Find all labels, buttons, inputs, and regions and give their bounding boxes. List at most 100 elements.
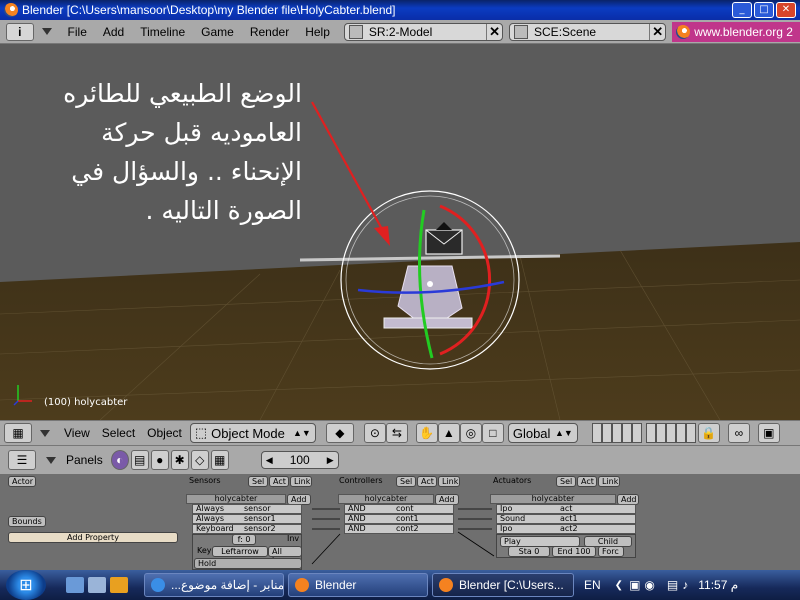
menu-render[interactable]: Render — [242, 25, 297, 39]
collapse-menu-icon[interactable] — [41, 28, 52, 35]
menu-help[interactable]: Help — [297, 25, 338, 39]
script-icon[interactable]: ▤ — [130, 450, 149, 470]
chevron-left-icon[interactable]: ❮ — [615, 580, 623, 591]
close-button[interactable]: ✕ — [776, 2, 796, 18]
menu-select[interactable]: Select — [96, 426, 141, 440]
layer-button[interactable] — [601, 423, 612, 443]
sensor-type[interactable]: Keyboard — [193, 525, 241, 533]
controller-type[interactable]: AND — [345, 525, 393, 533]
f-value-field[interactable]: f: 0 — [232, 534, 256, 545]
scene-name[interactable]: SCE:Scene — [532, 25, 649, 39]
sensor-name[interactable]: sensor2 — [241, 525, 279, 533]
bounds-button[interactable]: Bounds — [8, 516, 46, 527]
pivot-button[interactable]: ⊙ — [363, 423, 386, 443]
editing-icon[interactable]: ◇ — [190, 450, 209, 470]
actuator-row[interactable]: Ipo act2 — [496, 524, 636, 534]
force-button[interactable]: Forc — [598, 546, 624, 557]
sensor-row[interactable]: Always sensor1 — [192, 514, 302, 524]
menu-game[interactable]: Game — [193, 25, 242, 39]
controller-row[interactable]: AND cont1 — [344, 514, 454, 524]
actuator-type[interactable]: Sound — [497, 515, 557, 523]
inv-button[interactable]: Inv — [284, 534, 302, 545]
controller-type[interactable]: AND — [345, 515, 393, 523]
sensor-type[interactable]: Always — [193, 515, 241, 523]
scene-delete-icon[interactable]: ✕ — [649, 23, 665, 40]
start-frame-field[interactable]: Sta 0 — [508, 546, 550, 557]
hand-icon[interactable]: ✋ — [415, 423, 438, 443]
layer-button[interactable] — [631, 423, 642, 443]
menu-add[interactable]: Add — [95, 25, 132, 39]
rotate-icon[interactable]: ◎ — [459, 423, 482, 443]
layer-button[interactable] — [685, 423, 696, 443]
screen-browse-icon[interactable] — [348, 24, 363, 39]
switch-windows-icon[interactable] — [88, 577, 106, 593]
layer-button[interactable] — [591, 423, 602, 443]
draw-type-button[interactable]: ◆ — [325, 423, 354, 443]
network-icon[interactable]: ▣ — [629, 578, 640, 592]
screen-selector[interactable]: SR:2-Model ✕ — [343, 22, 504, 41]
shading-icon[interactable]: ● — [150, 450, 169, 470]
translate-icon[interactable]: ▲ — [437, 423, 460, 443]
actuator-name[interactable]: act2 — [557, 525, 581, 533]
maximize-button[interactable]: □ — [754, 2, 774, 18]
scale-icon[interactable]: □ — [481, 423, 504, 443]
actor-button[interactable]: Actor — [8, 476, 36, 487]
menu-timeline[interactable]: Timeline — [132, 25, 193, 39]
scene-selector[interactable]: SCE:Scene ✕ — [509, 22, 667, 41]
orientation-selector[interactable]: Global ▲▼ — [507, 423, 578, 443]
speaker-icon[interactable]: ♪ — [682, 578, 688, 592]
actuators-link-button[interactable]: Link — [598, 476, 620, 487]
link-icon[interactable]: ∞ — [727, 423, 750, 443]
object-icon[interactable]: ✱ — [170, 450, 189, 470]
media-player-icon[interactable] — [110, 577, 128, 593]
collapse-menu-icon[interactable] — [46, 456, 56, 464]
start-button[interactable]: ⊞ — [6, 570, 46, 600]
layer-button[interactable] — [655, 423, 666, 443]
sensors-link-button[interactable]: Link — [290, 476, 312, 487]
actuators-sel-button[interactable]: Sel — [556, 476, 576, 487]
menu-view[interactable]: View — [58, 426, 96, 440]
layer-button[interactable] — [621, 423, 632, 443]
add-property-button[interactable]: Add Property — [8, 532, 178, 543]
layer-button[interactable] — [665, 423, 676, 443]
controllers-sel-button[interactable]: Sel — [396, 476, 416, 487]
layer-buttons-2[interactable] — [645, 423, 696, 443]
menu-file[interactable]: File — [60, 25, 95, 39]
screen-name[interactable]: SR:2-Model — [367, 25, 486, 39]
layer-buttons-1[interactable] — [591, 423, 642, 443]
sensor-type[interactable]: Always — [193, 505, 241, 513]
hold-field[interactable]: Hold — [194, 558, 302, 569]
taskbar-item-blender[interactable]: Blender — [288, 573, 428, 597]
actuator-name[interactable]: act1 — [557, 515, 581, 523]
clock[interactable]: 11:57 م — [698, 578, 738, 592]
scene-icon[interactable]: ▦ — [210, 450, 229, 470]
controllers-act-button[interactable]: Act — [417, 476, 437, 487]
layer-button[interactable] — [675, 423, 686, 443]
actuator-type[interactable]: Ipo — [497, 505, 557, 513]
actuators-act-button[interactable]: Act — [577, 476, 597, 487]
menu-object[interactable]: Object — [141, 426, 188, 440]
sensor-name[interactable]: sensor — [241, 505, 274, 513]
tray-icon[interactable]: ▤ — [667, 578, 678, 592]
controller-name[interactable]: cont — [393, 505, 417, 513]
controller-row[interactable]: AND cont2 — [344, 524, 454, 534]
blender-url[interactable]: www.blender.org 2 — [672, 21, 800, 42]
volume-icon[interactable]: ◉ — [644, 578, 654, 592]
actuator-name[interactable]: act — [557, 505, 575, 513]
minimize-button[interactable]: _ — [732, 2, 752, 18]
sensor-name[interactable]: sensor1 — [241, 515, 279, 523]
sensors-sel-button[interactable]: Sel — [248, 476, 268, 487]
show-desktop-icon[interactable] — [66, 577, 84, 593]
logic-icon[interactable]: ◐ — [110, 450, 129, 470]
key-value-button[interactable]: Leftarrow — [212, 546, 268, 557]
actuator-row[interactable]: Ipo act — [496, 504, 636, 514]
layer-button[interactable] — [645, 423, 656, 443]
controllers-link-button[interactable]: Link — [438, 476, 460, 487]
decrement-icon[interactable]: ◀ — [266, 455, 273, 466]
collapse-menu-icon[interactable] — [40, 429, 50, 437]
sensor-row[interactable]: Keyboard sensor2 — [192, 524, 302, 534]
controller-name[interactable]: cont1 — [393, 515, 422, 523]
actuator-row[interactable]: Sound act1 — [496, 514, 636, 524]
scene-browse-icon[interactable] — [514, 24, 529, 39]
increment-icon[interactable]: ▶ — [327, 455, 334, 466]
